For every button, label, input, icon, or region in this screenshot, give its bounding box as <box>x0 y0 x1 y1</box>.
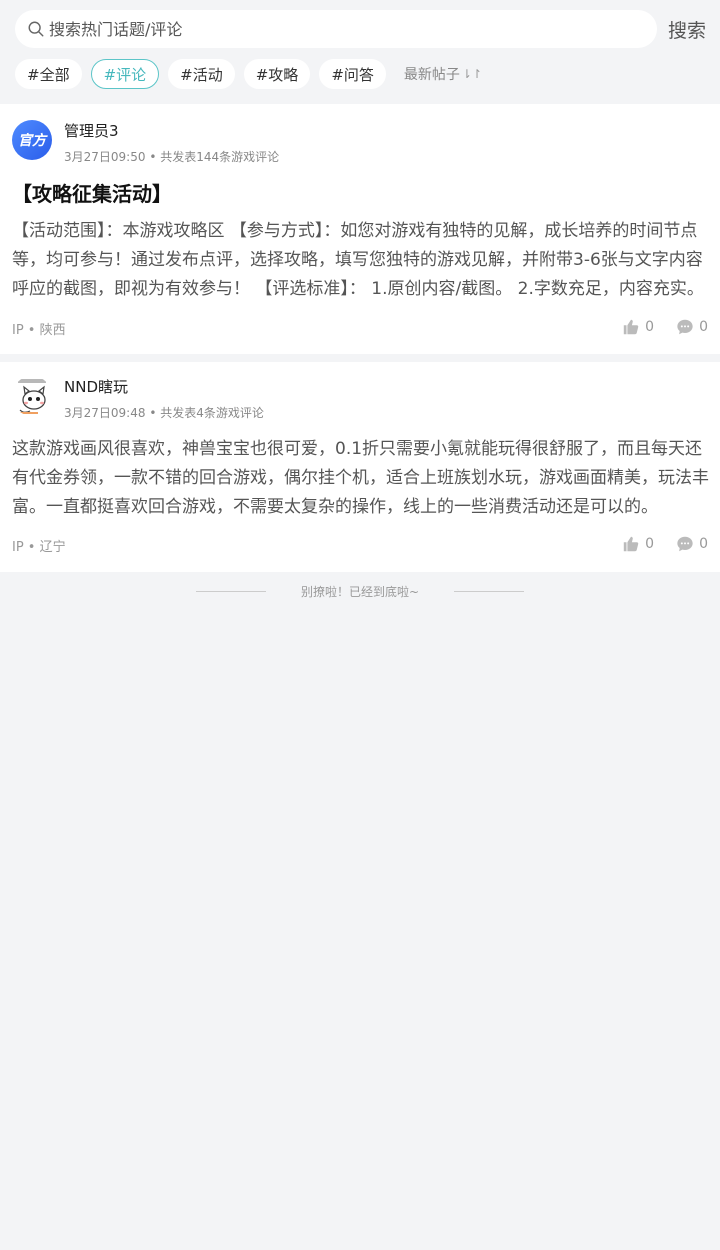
divider <box>454 591 525 592</box>
comment-icon <box>677 319 693 335</box>
tag-qa[interactable]: #问答 <box>319 59 386 89</box>
review-count: 共发表144条游戏评论 <box>160 150 280 164</box>
divider <box>195 591 266 592</box>
username[interactable]: 管理员3 <box>64 120 119 141</box>
post-title[interactable]: 【攻略征集活动】 <box>12 178 172 207</box>
comment-icon <box>677 536 693 552</box>
sort-icon: ⇂↾ <box>461 67 482 81</box>
ip-location: IP • 陕西 <box>12 323 66 338</box>
meta-separator: • <box>149 406 161 420</box>
cat-avatar-icon <box>18 379 46 414</box>
tag-reviews[interactable]: #评论 <box>90 59 160 89</box>
post-body[interactable]: 【活动范围】：本游戏攻略区 【参与方式】：如您对游戏有独特的见解，成长培养的时间… <box>12 217 710 304</box>
post-meta: 3月27日09:48 • 共发表4条游戏评论 <box>64 404 264 421</box>
avatar[interactable] <box>12 376 52 416</box>
thumbs-up-icon <box>623 319 639 335</box>
review-count: 共发表4条游戏评论 <box>160 406 264 420</box>
comment-count: 0 <box>699 536 708 552</box>
like-count: 0 <box>645 319 655 335</box>
comment-count: 0 <box>699 319 708 335</box>
tag-events[interactable]: #活动 <box>168 59 235 89</box>
search-box[interactable] <box>15 10 657 48</box>
tag-filter-bar: #全部 #评论 #活动 #攻略 #问答 最新帖子 ⇂↾ <box>15 59 482 89</box>
tag-all[interactable]: #全部 <box>15 59 82 89</box>
like-button[interactable]: 0 <box>622 318 654 336</box>
ip-location: IP • 辽宁 <box>12 540 66 555</box>
end-of-list: 别撩啦！已经到底啦~ <box>0 583 720 600</box>
search-button[interactable]: 搜索 <box>668 16 706 43</box>
end-of-list-text: 别撩啦！已经到底啦~ <box>300 585 420 599</box>
post-time: 3月27日09:50 <box>64 150 146 164</box>
post-time: 3月27日09:48 <box>64 406 146 420</box>
post-card[interactable]: NND瞎玩 3月27日09:48 • 共发表4条游戏评论 这款游戏画风很喜欢，神… <box>0 362 720 572</box>
top-bar: 搜索 #全部 #评论 #活动 #攻略 #问答 最新帖子 ⇂↾ <box>0 0 720 104</box>
post-actions: 0 0 <box>600 318 708 336</box>
like-button[interactable]: 0 <box>622 535 654 553</box>
sort-dropdown[interactable]: 最新帖子 ⇂↾ <box>404 64 482 84</box>
comment-button[interactable]: 0 <box>676 535 708 553</box>
avatar[interactable]: 官方 <box>12 120 52 160</box>
meta-separator: • <box>149 150 161 164</box>
post-body[interactable]: 这款游戏画风很喜欢，神兽宝宝也很可爱，0.1折只需要小氪就能玩得很舒服了，而且每… <box>12 435 710 522</box>
official-badge-text: 官方 <box>18 133 46 149</box>
like-count: 0 <box>645 536 655 552</box>
thumbs-up-icon <box>623 536 639 552</box>
post-meta: 3月27日09:50 • 共发表144条游戏评论 <box>64 148 279 165</box>
sort-label: 最新帖子 <box>403 67 460 83</box>
post-card[interactable]: 官方 管理员3 3月27日09:50 • 共发表144条游戏评论 【攻略征集活动… <box>0 104 720 354</box>
tag-guides[interactable]: #攻略 <box>243 59 311 89</box>
post-actions: 0 0 <box>600 535 708 553</box>
comment-button[interactable]: 0 <box>676 318 708 336</box>
search-icon <box>28 21 44 37</box>
username[interactable]: NND瞎玩 <box>64 376 128 397</box>
search-input[interactable] <box>49 19 609 39</box>
